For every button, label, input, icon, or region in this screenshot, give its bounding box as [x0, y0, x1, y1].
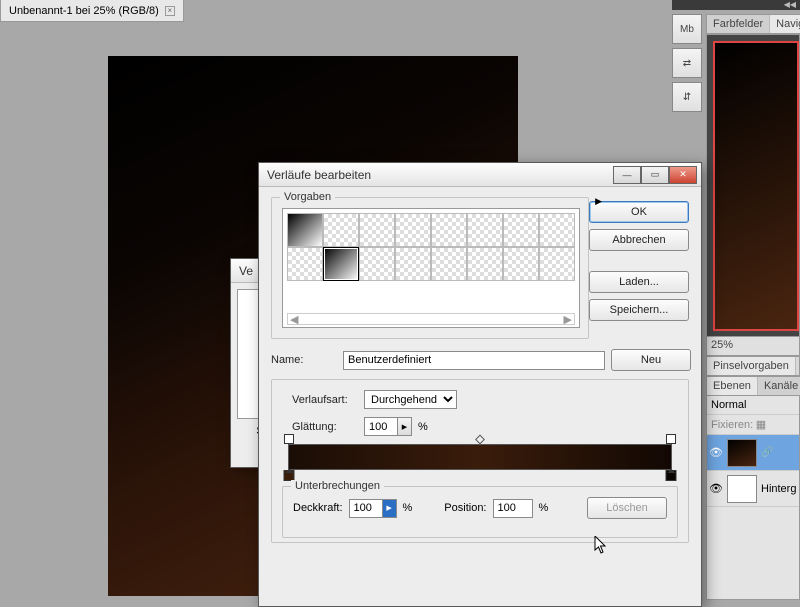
new-button[interactable]: Neu — [611, 349, 691, 371]
gradient-preset[interactable] — [431, 213, 467, 247]
layer-row[interactable]: 👁 🔗 — [707, 435, 799, 471]
panel-group-brush: Pinselvorgaben — [706, 356, 800, 376]
cancel-button[interactable]: Abbrechen — [589, 229, 689, 251]
percent-label: % — [418, 421, 428, 433]
stepper-icon[interactable]: ▶ — [383, 499, 397, 518]
name-input[interactable] — [343, 351, 605, 370]
gradient-preset[interactable] — [323, 247, 359, 281]
load-button[interactable]: Laden... — [589, 271, 689, 293]
dock-btn-mb[interactable]: Mb — [672, 14, 702, 44]
tab-navigator[interactable]: Navig — [770, 15, 800, 33]
document-tab-title: Unbenannt-1 bei 25% (RGB/8) — [9, 5, 159, 17]
opacity-stop[interactable] — [666, 434, 676, 444]
stepper-icon[interactable]: ▶ — [398, 417, 412, 436]
layers-panel: Normal Fixieren: ▦ 👁 🔗 👁 Hinterg — [706, 395, 800, 600]
opacity-stop[interactable] — [284, 434, 294, 444]
layer-thumbnail[interactable] — [727, 439, 757, 467]
midpoint-icon[interactable] — [475, 435, 485, 445]
opacity-label: Deckkraft: — [293, 502, 343, 514]
percent-label: % — [539, 502, 549, 514]
gradient-editor-dialog: Verläufe bearbeiten — ▭ ✕ OK Abbrechen L… — [258, 162, 702, 607]
visibility-icon[interactable]: 👁 — [709, 446, 723, 459]
gradient-preset[interactable] — [539, 213, 575, 247]
minimize-button[interactable]: — — [613, 166, 641, 184]
collapse-arrows-icon: ◀◀ — [784, 0, 796, 9]
gradient-type-select[interactable]: Durchgehend — [364, 390, 457, 409]
visibility-icon[interactable]: 👁 — [709, 482, 723, 495]
ok-button[interactable]: OK — [589, 201, 689, 223]
preset-scrollbar[interactable]: ◀▶ — [287, 313, 575, 325]
tab-layers[interactable]: Ebenen — [707, 377, 758, 395]
gradient-preset[interactable] — [323, 213, 359, 247]
gradient-bar[interactable] — [288, 444, 672, 470]
position-input[interactable] — [493, 499, 533, 518]
panel-collapse-strip[interactable]: ◀◀ — [672, 0, 800, 10]
dialog-title: Verläufe bearbeiten — [267, 168, 613, 182]
layer-row[interactable]: 👁 Hinterg — [707, 471, 799, 507]
lock-transparency-icon[interactable]: ▦ — [756, 419, 766, 431]
panel-group-color: Farbfelder Navig — [706, 14, 800, 34]
gradient-preset[interactable] — [287, 247, 323, 281]
tab-brush-presets[interactable]: Pinselvorgaben — [707, 357, 796, 375]
preset-menu-icon[interactable]: ▶ — [595, 196, 602, 207]
opacity-input[interactable] — [349, 499, 383, 518]
smoothness-input[interactable] — [364, 417, 398, 436]
document-tab[interactable]: Unbenannt-1 bei 25% (RGB/8) × — [0, 0, 184, 22]
color-stop[interactable] — [666, 470, 677, 481]
panel-group-layers: Ebenen Kanäle — [706, 376, 800, 396]
presets-legend: Vorgaben — [280, 191, 335, 203]
dock-btn-actions-icon[interactable]: ⇵ — [672, 82, 702, 112]
navigator-panel — [706, 34, 800, 346]
gradient-preset[interactable] — [467, 247, 503, 281]
lock-label: Fixieren: — [711, 419, 753, 431]
tab-channels[interactable]: Kanäle — [758, 377, 800, 395]
gradient-preset[interactable] — [395, 213, 431, 247]
name-label: Name: — [271, 354, 337, 366]
maximize-button[interactable]: ▭ — [641, 166, 669, 184]
gradient-preset[interactable] — [359, 213, 395, 247]
gradient-preset[interactable] — [503, 247, 539, 281]
close-button[interactable]: ✕ — [669, 166, 697, 184]
tab-swatches[interactable]: Farbfelder — [707, 15, 770, 33]
preset-list: ◀▶ — [282, 208, 580, 328]
percent-label: % — [403, 502, 413, 514]
stops-legend: Unterbrechungen — [291, 480, 384, 492]
position-label: Position: — [444, 502, 486, 514]
navigator-thumbnail[interactable] — [713, 41, 799, 331]
gradient-preset[interactable] — [359, 247, 395, 281]
gradient-preset[interactable] — [467, 213, 503, 247]
close-tab-icon[interactable]: × — [165, 6, 175, 16]
layer-thumbnail[interactable] — [727, 475, 757, 503]
gradient-preset[interactable] — [539, 247, 575, 281]
navigator-zoom[interactable]: 25% — [706, 336, 800, 356]
gradient-ramp[interactable] — [288, 444, 672, 470]
type-label: Verlaufsart: — [292, 394, 358, 406]
dock-btn-history-icon[interactable]: ⇄ — [672, 48, 702, 78]
layer-name: Hinterg — [761, 483, 796, 495]
gradient-preset[interactable] — [395, 247, 431, 281]
gradient-preset[interactable] — [431, 247, 467, 281]
delete-stop-button[interactable]: Löschen — [587, 497, 667, 519]
title-bar[interactable]: Verläufe bearbeiten — ▭ ✕ — [259, 163, 701, 187]
dock-column: Mb ⇄ ⇵ — [672, 14, 702, 116]
smoothness-label: Glättung: — [292, 421, 358, 433]
save-button[interactable]: Speichern... — [589, 299, 689, 321]
blend-mode-select[interactable]: Normal — [707, 396, 799, 415]
gradient-preset[interactable] — [503, 213, 539, 247]
gradient-preset[interactable] — [287, 213, 323, 247]
